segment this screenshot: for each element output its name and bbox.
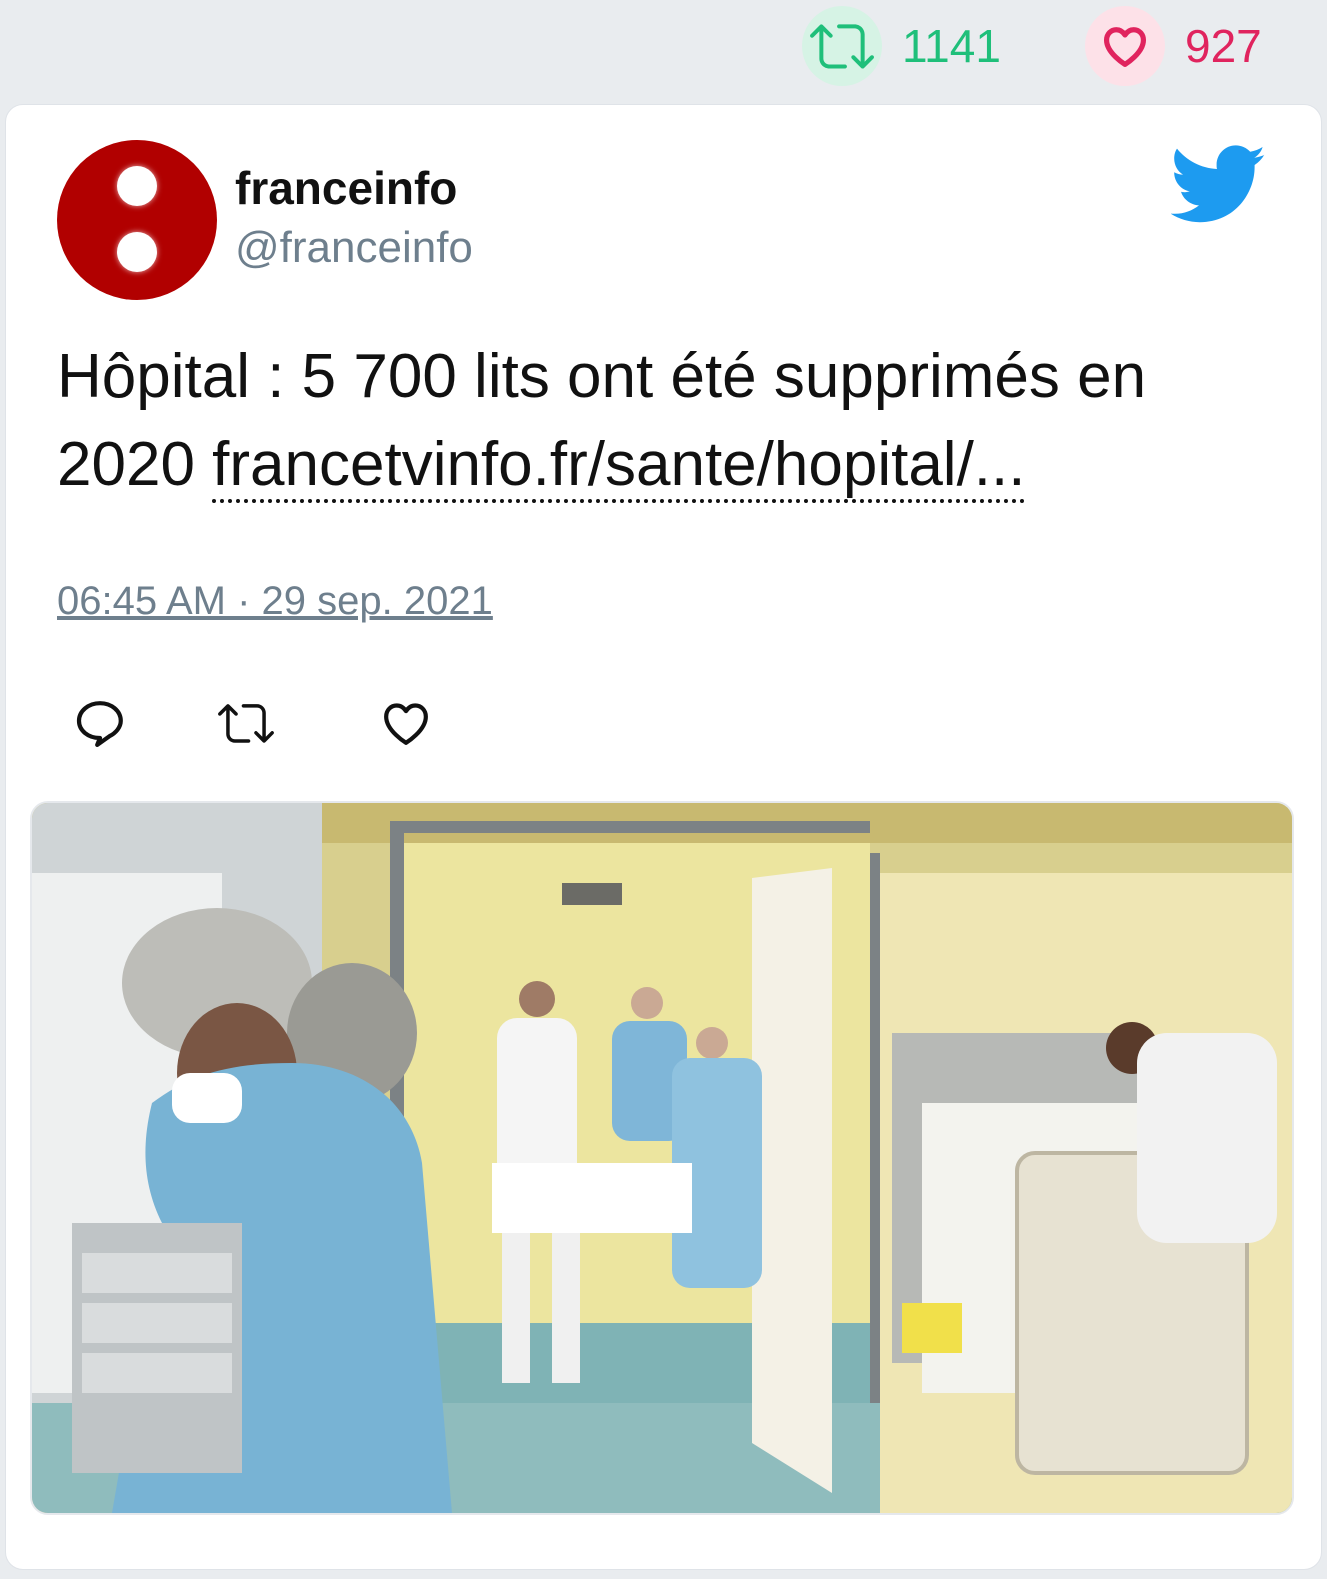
hospital-ward-photo bbox=[32, 803, 1292, 1513]
reply-icon[interactable] bbox=[72, 695, 128, 751]
retweet-stat-icon bbox=[802, 6, 882, 86]
tweet-text: Hôpital : 5 700 lits ont été supprimés e… bbox=[57, 333, 1257, 509]
tweet-timestamp[interactable]: 06:45 AM · 29 sep. 2021 bbox=[57, 579, 493, 624]
avatar[interactable] bbox=[57, 140, 217, 300]
retweet-stat[interactable]: 1141 bbox=[802, 6, 1001, 86]
avatar-logo-dot bbox=[117, 166, 157, 206]
avatar-logo-dot bbox=[117, 232, 157, 272]
author-name[interactable]: franceinfo bbox=[235, 161, 457, 215]
tweet-photo[interactable] bbox=[30, 801, 1294, 1515]
heart-icon[interactable] bbox=[378, 695, 434, 751]
retweet-icon bbox=[810, 24, 874, 69]
like-stat-icon bbox=[1085, 6, 1165, 86]
heart-icon bbox=[1103, 27, 1147, 68]
retweet-icon[interactable] bbox=[218, 695, 274, 751]
like-count: 927 bbox=[1185, 20, 1262, 72]
like-stat[interactable]: 927 bbox=[1085, 6, 1262, 86]
twitter-bird-icon[interactable] bbox=[1171, 145, 1267, 225]
retweet-count: 1141 bbox=[902, 20, 1001, 72]
tweet-link[interactable]: francetvinfo.fr/sante/hopital/... bbox=[212, 430, 1026, 503]
engagement-stats: 1141 927 bbox=[0, 0, 1327, 100]
author-handle[interactable]: @franceinfo bbox=[235, 223, 473, 273]
tweet-card[interactable]: franceinfo @franceinfo Hôpital : 5 700 l… bbox=[5, 104, 1322, 1570]
